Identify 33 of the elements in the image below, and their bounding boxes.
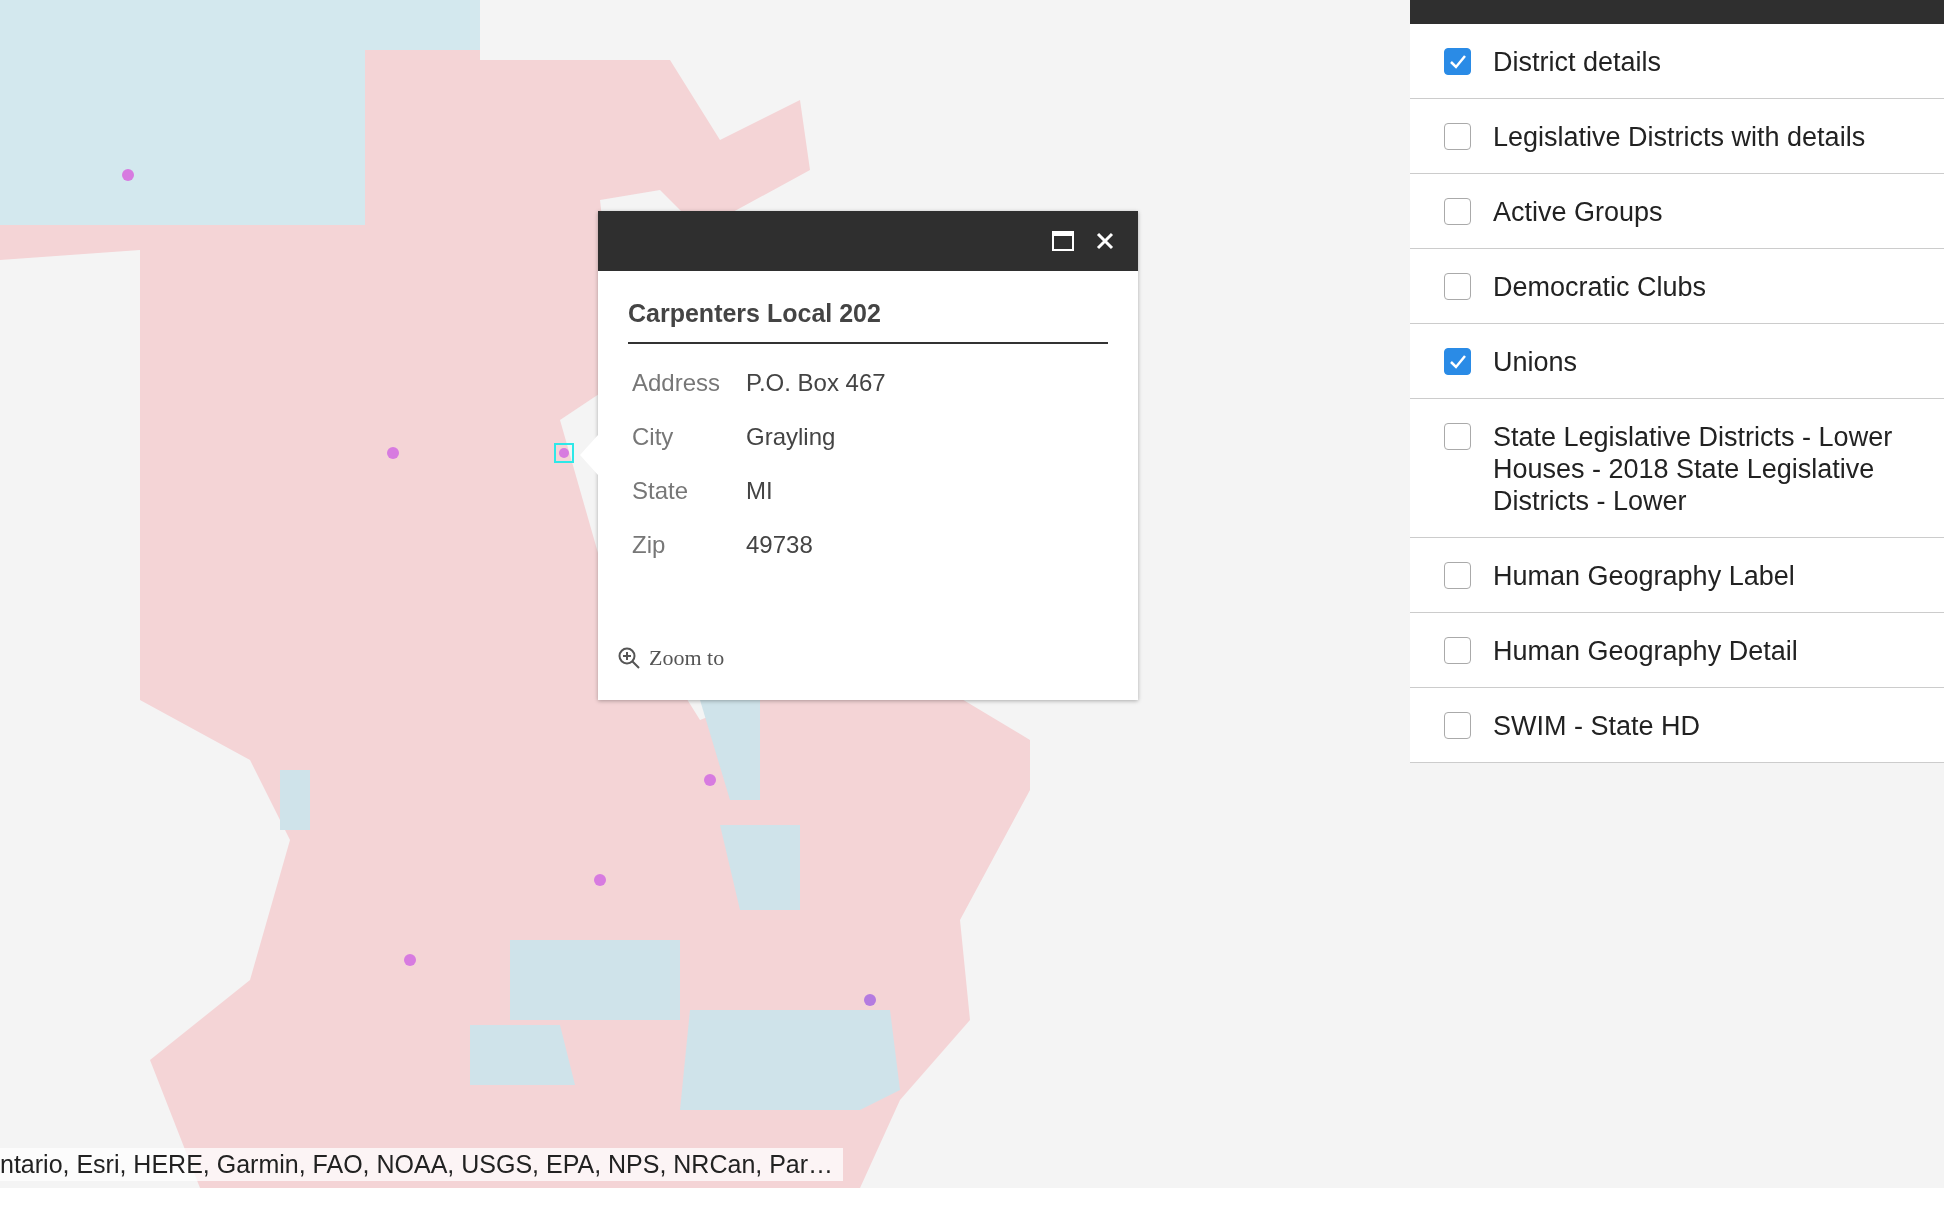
maximize-icon[interactable]: [1052, 231, 1074, 251]
popup-title: Carpenters Local 202: [628, 299, 1108, 344]
close-icon[interactable]: [1096, 232, 1114, 250]
checkbox[interactable]: [1444, 198, 1471, 225]
checkbox[interactable]: [1444, 423, 1471, 450]
field-label: City: [631, 422, 675, 452]
layer-label: Human Geography Label: [1493, 560, 1795, 592]
selection-marker-icon: [554, 443, 574, 463]
layer-label: State Legislative Districts - Lower Houses - 2018 State Legislative Districts - Lower: [1493, 421, 1894, 517]
field-label: Zip: [631, 530, 667, 560]
layer-label: Active Groups: [1493, 196, 1663, 228]
zoom-to-link[interactable]: Zoom to: [617, 645, 725, 671]
checkbox[interactable]: [1444, 123, 1471, 150]
field-value: 49738: [745, 530, 814, 560]
layer-label: Unions: [1493, 346, 1578, 378]
layer-label: Legislative Districts with details: [1493, 121, 1866, 153]
checkbox[interactable]: [1444, 273, 1471, 300]
layer-label: SWIM - State HD: [1493, 710, 1701, 742]
field-value: MI: [745, 476, 774, 506]
field-label: Address: [631, 368, 722, 398]
checkbox[interactable]: [1444, 712, 1471, 739]
checkbox[interactable]: [1444, 348, 1471, 375]
layer-label: Democratic Clubs: [1493, 271, 1707, 303]
field-value: Grayling: [745, 422, 837, 452]
checkbox[interactable]: [1444, 48, 1471, 75]
layer-label: District details: [1493, 46, 1662, 78]
checkbox[interactable]: [1444, 637, 1471, 664]
map-attribution: ntario, Esri, HERE, Garmin, FAO, NOAA, USGS, EPA, NPS, NRCan, Par…: [0, 1148, 844, 1181]
checkbox[interactable]: [1444, 562, 1471, 589]
field-value: P.O. Box 467: [745, 368, 887, 398]
field-label: State: [631, 476, 690, 506]
zoom-in-icon: [617, 646, 641, 670]
layer-label: Human Geography Detail: [1493, 635, 1798, 667]
